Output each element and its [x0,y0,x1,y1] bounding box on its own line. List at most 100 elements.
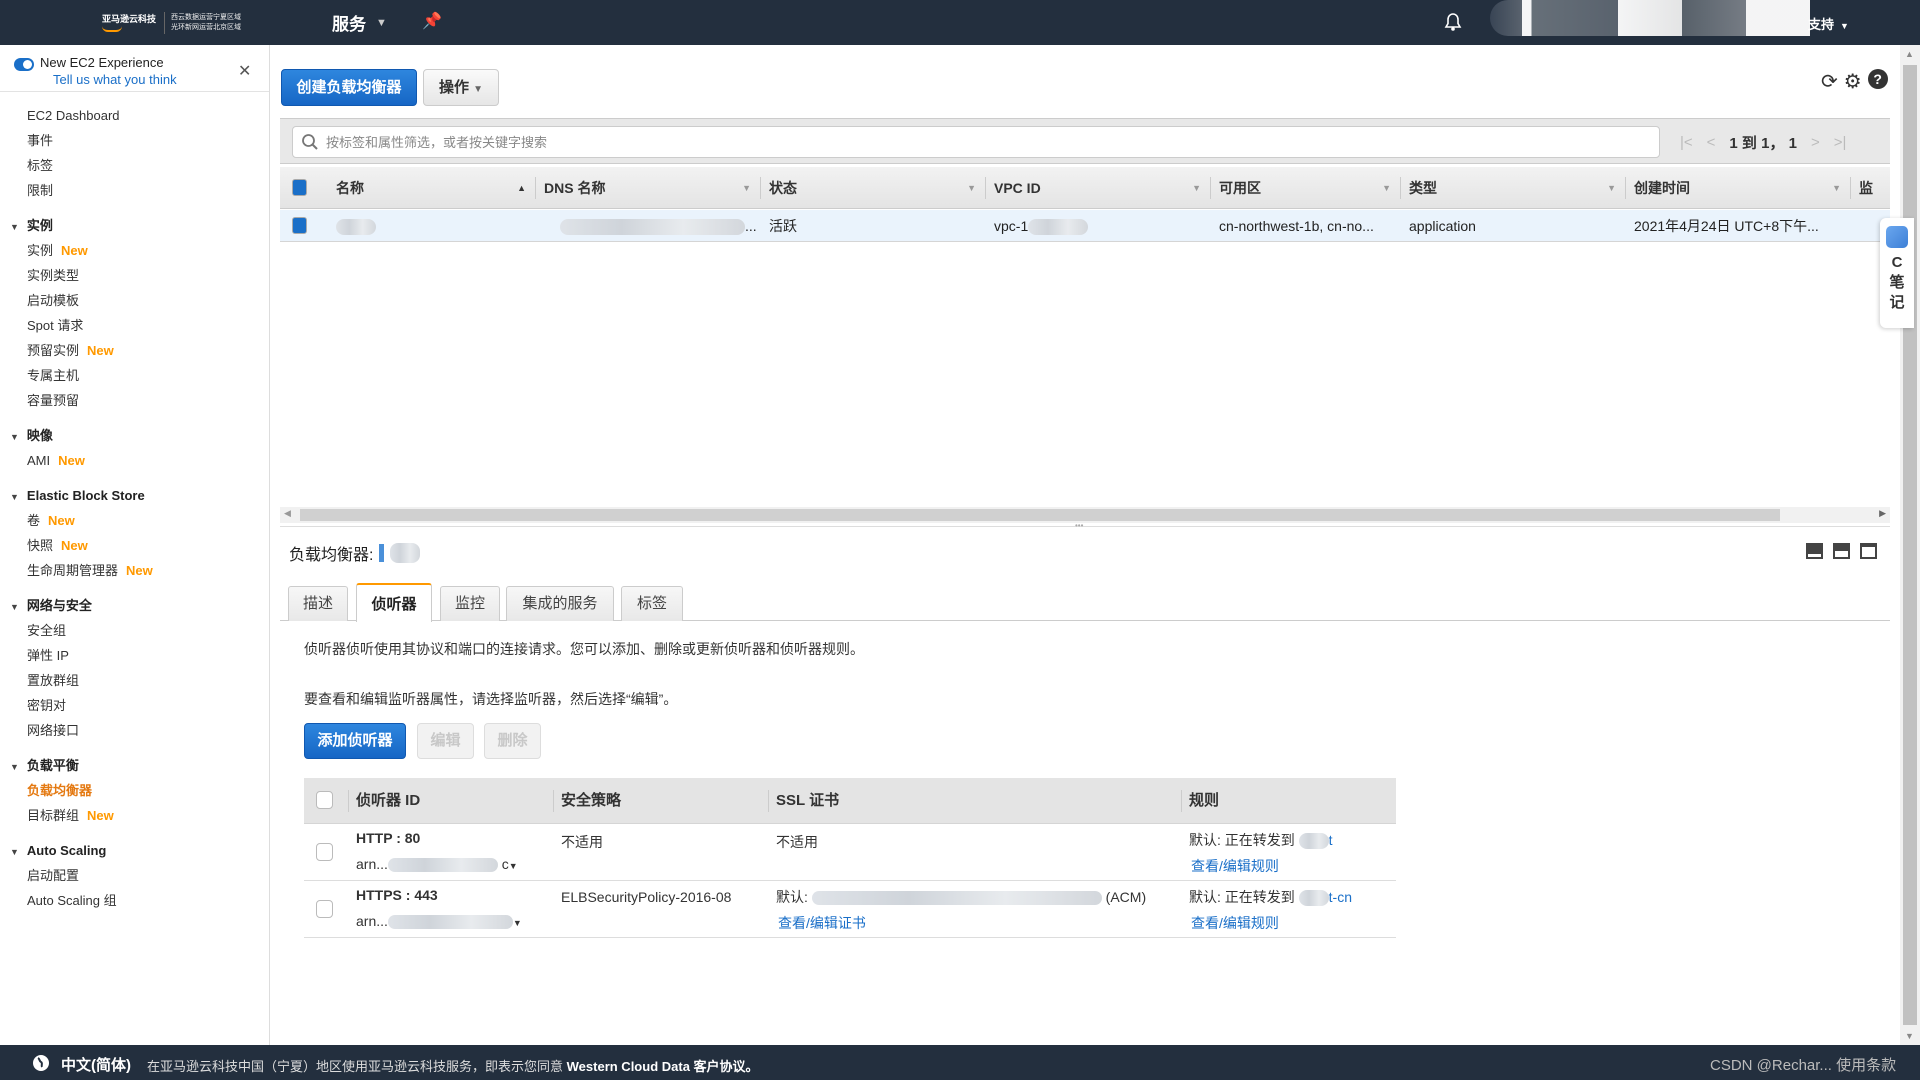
notifications-bell-icon[interactable] [1443,12,1463,35]
pane-splitter[interactable]: ••• [280,521,1890,530]
pin-icon[interactable]: 📌 [422,11,442,31]
sidebar-item[interactable]: 容量预留 [0,388,269,413]
sidebar-item[interactable]: 实例 New [0,238,269,263]
column-state[interactable]: 状态 ▼ [761,167,986,209]
view-edit-rules-link[interactable]: 查看/编辑规则 [1191,856,1279,876]
select-all-listeners-checkbox[interactable] [316,791,333,809]
listener-arn[interactable]: arn... c▼ [356,856,518,873]
scroll-up-icon[interactable]: ▲ [1905,49,1914,59]
sidebar-item[interactable]: 网络接口 [0,718,269,743]
feedback-link[interactable]: Tell us what you think [53,72,177,87]
listener-checkbox[interactable] [316,843,333,861]
add-listener-button[interactable]: 添加侦听器 [304,723,406,759]
layout-large-icon[interactable] [1860,543,1877,559]
scroll-down-icon[interactable]: ▼ [1905,1031,1914,1041]
sidebar-item[interactable]: 安全组 [0,618,269,643]
target-group-link[interactable]: t [1329,832,1333,848]
listener-arn[interactable]: arn... ▼ [356,913,522,930]
scroll-left-icon[interactable]: ◀ [284,508,291,519]
sidebar-item[interactable]: 置放群组 [0,668,269,693]
account-menu-redacted[interactable] [1490,0,1810,36]
vertical-scrollbar[interactable]: ▲ ▼ [1900,45,1920,1045]
delete-button[interactable]: 删除 [484,723,541,759]
actions-dropdown[interactable]: 操作 ▼ [423,69,499,106]
tab-monitoring[interactable]: 监控 [440,586,500,621]
arn-tail: c [501,856,509,872]
table-row[interactable]: ... 活跃 vpc-1 cn-northwest-1b, cn-no... a… [280,210,1890,242]
scrollbar-thumb[interactable] [1903,65,1917,1025]
sidebar-item[interactable]: 快照 New [0,533,269,558]
column-az[interactable]: 可用区 ▼ [1211,167,1401,209]
listener-checkbox[interactable] [316,900,333,918]
create-load-balancer-button[interactable]: 创建负载均衡器 [281,69,417,106]
new-experience-toggle[interactable] [14,58,34,71]
sidebar-item[interactable]: Spot 请求 [0,313,269,338]
column-created[interactable]: 创建时间 ▼ [1626,167,1851,209]
select-all-checkbox[interactable] [292,179,307,196]
sidebar-section-header[interactable]: ▼ 映像 [0,423,269,448]
aws-china-logo[interactable]: 亚马逊云科技 西云数据运营宁夏区域 光环新网运营北京区域 [102,12,241,34]
sidebar-item[interactable]: 启动配置 [0,863,269,888]
sidebar-section-header[interactable]: ▼ Elastic Block Store [0,483,269,508]
layout-small-icon[interactable] [1806,543,1823,559]
drag-handle-icon[interactable]: ••• [1075,521,1083,530]
sidebar-item[interactable]: AMI New [0,448,269,473]
last-page-icon[interactable]: >| [1834,134,1847,151]
tab-description[interactable]: 描述 [288,586,348,621]
language-selector[interactable]: 中文(简体) [61,1054,131,1075]
sidebar-item[interactable]: Auto Scaling 组 [0,888,269,913]
tab-listeners[interactable]: 侦听器 [356,583,432,622]
services-menu[interactable]: 服务 ▼ [332,10,387,35]
sidebar-section-header[interactable]: ▼ 负载平衡 [0,753,269,778]
sidebar-section-header[interactable]: ▼ 实例 [0,213,269,238]
sidebar-item[interactable]: 生命周期管理器 New [0,558,269,583]
refresh-icon[interactable]: ⟳ [1821,69,1838,94]
column-vpc-id[interactable]: VPC ID ▼ [986,167,1211,209]
listeners-table: 侦听器 ID 安全策略 SSL 证书 规则 HTTP : 80 arn... c… [304,778,1396,938]
sidebar-item[interactable]: 实例类型 [0,263,269,288]
tab-tags[interactable]: 标签 [621,586,683,621]
search-input[interactable] [326,131,1646,153]
sidebar-item[interactable]: 目标群组 New [0,803,269,828]
sidebar-item-label: AMI [27,453,51,468]
sidebar-item[interactable]: 密钥对 [0,693,269,718]
sidebar-item[interactable]: 启动模板 [0,288,269,313]
layout-medium-icon[interactable] [1833,543,1850,559]
column-monitoring[interactable]: 监 [1859,167,1879,209]
edit-button[interactable]: 编辑 [417,723,474,759]
support-menu[interactable]: 支持 ▼ [1808,14,1849,33]
next-page-icon[interactable]: > [1811,134,1820,151]
scroll-right-icon[interactable]: ▶ [1879,508,1886,519]
sidebar-item[interactable]: 专属主机 [0,363,269,388]
scrollbar-thumb[interactable] [300,509,1780,521]
sidebar-item-events[interactable]: 事件 [0,128,269,153]
gear-icon[interactable]: ⚙ [1844,69,1862,94]
column-name[interactable]: 名称 ▲ [310,167,536,209]
footer-right-links[interactable]: CSDN @Rechar... 使用条款 [1710,1054,1896,1075]
column-dns[interactable]: DNS 名称 ▼ [536,167,761,209]
tab-integrated-services[interactable]: 集成的服务 [506,586,614,621]
view-edit-rules-link[interactable]: 查看/编辑规则 [1191,913,1279,933]
row-checkbox[interactable] [292,217,307,234]
listener-row[interactable]: HTTP : 80 arn... c▼ 不适用 不适用 默认: 正在转发到 t … [304,824,1396,881]
horizontal-scrollbar[interactable]: ◀ ▶ [280,507,1890,523]
prev-page-icon[interactable]: < [1707,134,1716,151]
sidebar-item-limits[interactable]: 限制 [0,178,269,203]
sidebar-section-header[interactable]: ▼ 网络与安全 [0,593,269,618]
sidebar-item[interactable]: 卷 New [0,508,269,533]
target-group-link[interactable]: t-cn [1329,889,1352,905]
note-widget[interactable]: C笔记 [1880,218,1914,328]
sidebar-item[interactable]: 预留实例 New [0,338,269,363]
help-icon[interactable]: ? [1867,69,1888,89]
sidebar-section-header[interactable]: ▼ Auto Scaling [0,838,269,863]
first-page-icon[interactable]: |< [1680,134,1693,151]
column-type[interactable]: 类型 ▼ [1401,167,1626,209]
customer-agreement-link[interactable]: Western Cloud Data 客户协议。 [567,1059,759,1074]
view-edit-cert-link[interactable]: 查看/编辑证书 [778,913,866,933]
sidebar-item[interactable]: 负载均衡器 [0,778,269,803]
listener-row[interactable]: HTTPS : 443 arn... ▼ ELBSecurityPolicy-20… [304,881,1396,938]
sidebar-item-ec2-dashboard[interactable]: EC2 Dashboard [0,103,269,128]
sidebar-item-tags[interactable]: 标签 [0,153,269,178]
sidebar-item[interactable]: 弹性 IP [0,643,269,668]
close-icon[interactable]: ✕ [238,61,251,81]
